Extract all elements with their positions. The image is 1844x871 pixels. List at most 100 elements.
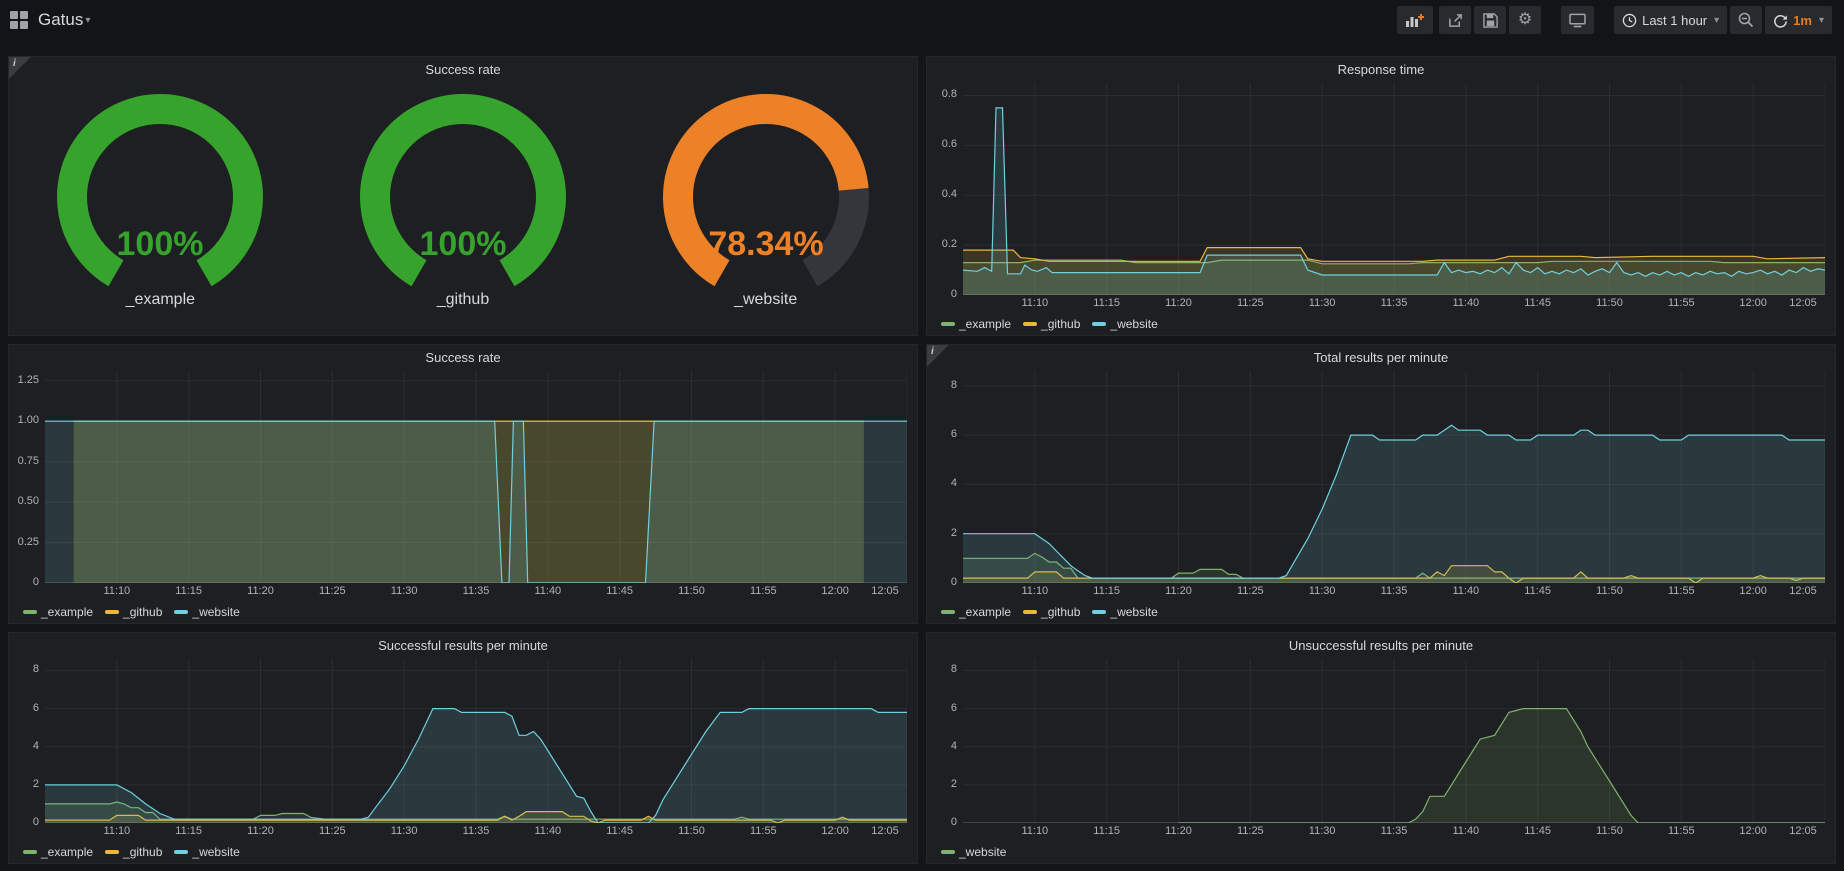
- x-tick-label: 12:00: [814, 825, 856, 837]
- x-tick-label: 11:30: [1301, 297, 1343, 309]
- plot-area[interactable]: [45, 659, 907, 823]
- y-tick-label: 0.2: [942, 238, 957, 250]
- legend-label: _github: [123, 605, 162, 619]
- time-range-picker[interactable]: Last 1 hour ▾: [1614, 6, 1727, 34]
- y-tick-label: 1.25: [18, 374, 39, 386]
- panel-total-results: i Total results per minute 02468 11:10 11…: [926, 344, 1836, 624]
- add-panel-button[interactable]: [1397, 6, 1433, 34]
- gauge-_website: 78.34%_website: [616, 89, 916, 309]
- plot-area[interactable]: [963, 371, 1825, 583]
- x-tick-label: 11:30: [383, 825, 425, 837]
- x-axis: 11:1011:1511:2011:2511:3011:3511:4011:45…: [45, 825, 907, 841]
- x-tick-label: 11:20: [1158, 585, 1200, 597]
- x-tick-label: 11:40: [1445, 585, 1487, 597]
- y-tick-label: 8: [33, 663, 39, 675]
- y-axis: 00.250.500.751.001.25: [9, 371, 45, 583]
- panel-title[interactable]: Unsuccessful results per minute: [927, 633, 1835, 659]
- add-panel-icon: [1405, 12, 1425, 28]
- x-tick-label: 11:50: [1589, 297, 1631, 309]
- x-tick-label: 12:00: [1732, 297, 1774, 309]
- panel-title[interactable]: Response time: [927, 57, 1835, 83]
- dashboards-grid-icon[interactable]: [10, 11, 28, 29]
- share-icon: [1448, 13, 1463, 28]
- x-tick-label: 12:05: [864, 585, 906, 597]
- zoom-out-time-button[interactable]: [1730, 6, 1762, 34]
- legend-label: _website: [192, 605, 239, 619]
- legend-item-_website[interactable]: _website: [174, 845, 239, 859]
- legend-item-_website[interactable]: _website: [1092, 605, 1157, 619]
- y-tick-label: 0: [951, 288, 957, 300]
- x-tick-label: 12:05: [864, 825, 906, 837]
- legend-marker-icon: [174, 610, 188, 614]
- refresh-picker[interactable]: 1m ▾: [1765, 6, 1832, 34]
- legend-item-_github[interactable]: _github: [1023, 605, 1080, 619]
- x-tick-label: 11:45: [599, 585, 641, 597]
- gauge-value: 100%: [117, 225, 204, 263]
- legend-marker-icon: [1023, 322, 1037, 326]
- x-tick-label: 11:50: [671, 585, 713, 597]
- dashboard-settings-button[interactable]: ⚙: [1509, 6, 1541, 34]
- plot-area[interactable]: [963, 83, 1825, 295]
- save-dashboard-button[interactable]: [1474, 6, 1506, 34]
- plot-area[interactable]: [963, 659, 1825, 823]
- x-tick-label: 12:00: [1732, 585, 1774, 597]
- legend-marker-icon: [1023, 610, 1037, 614]
- x-tick-label: 11:15: [168, 825, 210, 837]
- legend-item-_example[interactable]: _example: [941, 605, 1011, 619]
- x-tick-label: 11:15: [1086, 585, 1128, 597]
- y-tick-label: 0.75: [18, 455, 39, 467]
- panel-title[interactable]: Successful results per minute: [9, 633, 917, 659]
- x-tick-label: 11:25: [311, 825, 353, 837]
- legend-item-_website[interactable]: _website: [1092, 317, 1157, 331]
- x-axis: 11:1011:1511:2011:2511:3011:3511:4011:45…: [963, 825, 1825, 841]
- chevron-down-icon: ▾: [1714, 15, 1719, 26]
- legend-marker-icon: [1092, 610, 1106, 614]
- legend-marker-icon: [105, 850, 119, 854]
- gauge-value: 100%: [420, 225, 507, 263]
- x-tick-label: 11:40: [527, 585, 569, 597]
- legend-item-_example[interactable]: _example: [941, 317, 1011, 331]
- panel-success-rate-gauges: i Success rate 100%_example100%_github78…: [8, 56, 918, 336]
- legend-marker-icon: [174, 850, 188, 854]
- dashboard-title[interactable]: Gatus: [38, 10, 83, 30]
- y-tick-label: 4: [951, 740, 957, 752]
- legend-item-_github[interactable]: _github: [1023, 317, 1080, 331]
- legend-marker-icon: [105, 610, 119, 614]
- panel-title[interactable]: Total results per minute: [927, 345, 1835, 371]
- legend-label: _website: [1110, 605, 1157, 619]
- x-tick-label: 11:35: [455, 585, 497, 597]
- legend-marker-icon: [23, 610, 37, 614]
- gauge-arc: 78.34%: [641, 89, 891, 289]
- legend-item-_example[interactable]: _example: [23, 605, 93, 619]
- legend-item-_example[interactable]: _example: [23, 845, 93, 859]
- y-tick-label: 0: [951, 816, 957, 828]
- legend-item-_github[interactable]: _github: [105, 845, 162, 859]
- legend-marker-icon: [23, 850, 37, 854]
- share-dashboard-button[interactable]: [1439, 6, 1471, 34]
- x-tick-label: 11:10: [1014, 585, 1056, 597]
- legend-marker-icon: [941, 850, 955, 854]
- cycle-view-mode-button[interactable]: [1561, 6, 1594, 34]
- info-icon[interactable]: i: [9, 57, 31, 79]
- panel-title[interactable]: Success rate: [9, 345, 917, 371]
- x-tick-label: 11:35: [1373, 825, 1415, 837]
- y-tick-label: 4: [951, 477, 957, 489]
- y-axis: 02468: [927, 659, 963, 823]
- legend-item-_website[interactable]: _website: [174, 605, 239, 619]
- x-axis: 11:1011:1511:2011:2511:3011:3511:4011:45…: [963, 297, 1825, 313]
- dashboard-title-dropdown[interactable]: Gatus ▾: [38, 10, 90, 30]
- x-tick-label: 11:20: [240, 585, 282, 597]
- panel-title[interactable]: Success rate: [9, 57, 917, 83]
- legend-item-_github[interactable]: _github: [105, 605, 162, 619]
- gauge-label: _github: [437, 291, 490, 309]
- legend-item-_website[interactable]: _website: [941, 845, 1006, 859]
- x-tick-label: 11:45: [1517, 585, 1559, 597]
- plot-area[interactable]: [45, 371, 907, 583]
- y-axis: 02468: [927, 371, 963, 583]
- gauge-arc: 100%: [35, 89, 285, 289]
- zoom-out-icon: [1738, 12, 1754, 28]
- x-tick-label: 11:40: [1445, 825, 1487, 837]
- info-icon[interactable]: i: [927, 345, 949, 367]
- x-tick-label: 11:45: [1517, 297, 1559, 309]
- x-tick-label: 12:05: [1782, 585, 1824, 597]
